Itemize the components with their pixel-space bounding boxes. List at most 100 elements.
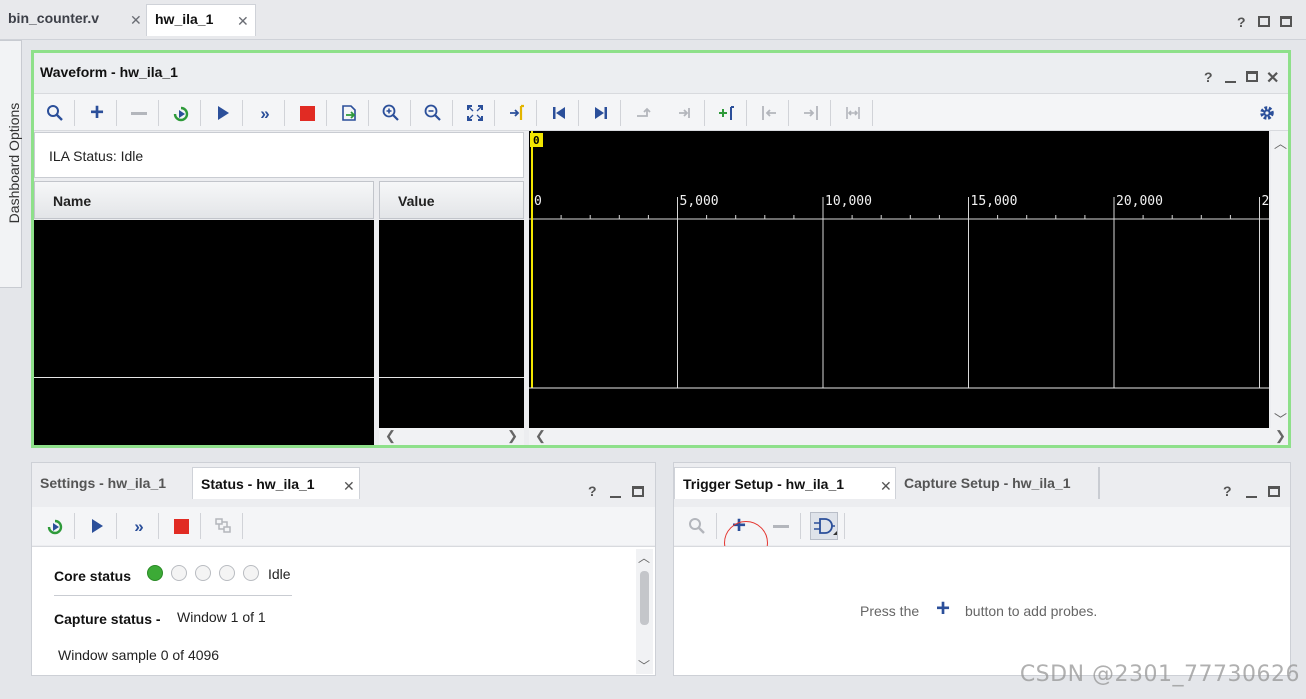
minimize-icon[interactable]	[610, 496, 621, 498]
tab-label: hw_ila_1	[155, 11, 214, 27]
scrollbar-thumb[interactable]	[640, 571, 649, 625]
scroll-right-icon[interactable]: ❯	[507, 428, 518, 444]
time-tick-label: 10,000	[825, 194, 872, 209]
zoom-in-icon[interactable]	[380, 102, 402, 124]
tab-label: Status - hw_ila_1	[201, 476, 315, 492]
remove-icon[interactable]	[128, 102, 150, 124]
ila-status-value: Idle	[120, 148, 144, 164]
scroll-right-icon[interactable]: ❯	[1275, 428, 1286, 444]
waveform-vertical-scrollbar[interactable]: ︿ ﹀	[1271, 131, 1288, 428]
swap-cursors-icon[interactable]	[842, 102, 864, 124]
signal-value-list[interactable]	[379, 220, 524, 428]
run-icon[interactable]	[212, 102, 234, 124]
scroll-left-icon[interactable]: ❮	[385, 428, 396, 444]
maximize-icon[interactable]	[1280, 16, 1292, 27]
previous-marker-icon[interactable]	[758, 102, 780, 124]
empty-hint-prefix: Press the	[860, 603, 920, 619]
time-tick-label: 20,000	[1116, 194, 1163, 209]
minimize-icon[interactable]	[1225, 81, 1236, 83]
ila-status-label: ILA Status:	[49, 148, 117, 164]
tab-bin-counter[interactable]: bin_counter.v ✕	[0, 4, 146, 36]
status-panel: Settings - hw_ila_1 Status - hw_ila_1 ✕ …	[31, 462, 656, 676]
help-icon[interactable]: ?	[1237, 14, 1246, 30]
dashboard-options-tab[interactable]: Dashboard Options	[0, 40, 22, 288]
restore-icon[interactable]	[1258, 16, 1270, 27]
waveform-display[interactable]: 0 5,000 10,000 15,000 20,000 2 0	[529, 131, 1269, 428]
add-icon[interactable]: +	[86, 101, 108, 125]
close-icon[interactable]: ✕	[880, 478, 892, 495]
cursor-label: 0	[533, 134, 540, 147]
go-to-cursor-icon[interactable]	[506, 102, 528, 124]
close-icon[interactable]: ✕	[237, 13, 249, 30]
next-transition-icon[interactable]	[590, 102, 612, 124]
search-icon[interactable]	[686, 515, 708, 537]
remove-icon[interactable]	[770, 515, 792, 537]
close-icon[interactable]: ✕	[343, 478, 355, 495]
add-marker-icon[interactable]	[632, 102, 654, 124]
add-marker-green-icon[interactable]	[716, 102, 738, 124]
zoom-fit-icon[interactable]	[464, 102, 486, 124]
run-immediate-icon[interactable]: »	[254, 102, 276, 124]
export-icon[interactable]	[338, 102, 360, 124]
trigger-toolbar: +	[674, 507, 1290, 565]
maximize-icon[interactable]	[1268, 486, 1280, 497]
watermark: CSDN @2301_77730626	[1019, 662, 1300, 687]
value-horizontal-scrollbar[interactable]: ❮ ❯	[379, 428, 524, 445]
stop-icon[interactable]	[170, 515, 192, 537]
program-device-icon[interactable]	[212, 515, 234, 537]
zoom-out-icon[interactable]	[422, 102, 444, 124]
core-status-label: Core status	[54, 568, 132, 584]
run-icon[interactable]	[86, 515, 108, 537]
waveform-toolbar: + »	[34, 93, 1288, 131]
tab-hw-ila-1[interactable]: hw_ila_1 ✕	[146, 4, 256, 36]
signal-name-list[interactable]	[34, 220, 374, 445]
status-content: Core status Idle Capture status - Window…	[32, 546, 655, 675]
name-column-header[interactable]: Name	[34, 181, 374, 219]
waveform-horizontal-scrollbar[interactable]: ❮ ❯	[529, 428, 1288, 445]
tab-settings[interactable]: Settings - hw_ila_1	[32, 467, 192, 499]
maximize-icon[interactable]	[632, 486, 644, 497]
close-icon[interactable]: ✕	[1266, 68, 1279, 88]
help-icon[interactable]: ?	[1223, 483, 1232, 499]
next-marker-icon[interactable]	[800, 102, 822, 124]
scroll-up-icon[interactable]: ︿	[638, 549, 650, 566]
status-led-icon	[243, 565, 259, 581]
status-led-icon	[147, 565, 163, 581]
tab-label: Settings - hw_ila_1	[40, 475, 167, 491]
trigger-setup-content: Press the + button to add probes.	[674, 546, 1290, 675]
tab-status[interactable]: Status - hw_ila_1 ✕	[192, 467, 360, 499]
window-sample-text: Window sample 0 of 4096	[58, 647, 220, 663]
tab-capture-setup[interactable]: Capture Setup - hw_ila_1	[896, 467, 1100, 499]
status-toolbar: »	[32, 507, 655, 545]
scroll-down-icon[interactable]: ﹀	[1274, 409, 1287, 428]
stop-icon[interactable]	[296, 102, 318, 124]
trigger-condition-icon[interactable]	[810, 512, 838, 540]
tab-label: bin_counter.v	[8, 10, 100, 26]
divider	[54, 595, 292, 596]
editor-tab-bar: bin_counter.v ✕ hw_ila_1 ✕ ?	[0, 0, 1306, 40]
core-status-value: Idle	[268, 566, 291, 582]
capture-status-value: Window 1 of 1	[177, 609, 266, 625]
maximize-icon[interactable]	[1246, 71, 1258, 82]
settings-gear-icon[interactable]	[1256, 102, 1278, 124]
close-icon[interactable]: ✕	[130, 12, 142, 29]
scroll-up-icon[interactable]: ︿	[1274, 133, 1287, 152]
waveform-panel: Waveform - hw_ila_1 ? ✕ + » ILA Status: …	[31, 50, 1291, 448]
time-tick-label: 0	[534, 194, 542, 209]
capture-status-label: Capture status -	[54, 611, 161, 627]
tab-trigger-setup[interactable]: Trigger Setup - hw_ila_1 ✕	[674, 467, 896, 499]
search-icon[interactable]	[44, 102, 66, 124]
help-icon[interactable]: ?	[588, 483, 597, 499]
help-icon[interactable]: ?	[1204, 69, 1213, 85]
minimize-icon[interactable]	[1246, 496, 1257, 498]
previous-transition-icon[interactable]	[548, 102, 570, 124]
scroll-left-icon[interactable]: ❮	[535, 428, 546, 444]
run-trigger-icon[interactable]	[44, 515, 66, 537]
move-marker-icon[interactable]	[674, 102, 696, 124]
run-immediate-icon[interactable]: »	[128, 515, 150, 537]
run-trigger-icon[interactable]	[170, 102, 192, 124]
scroll-down-icon[interactable]: ﹀	[638, 657, 650, 674]
tab-label: Capture Setup - hw_ila_1	[904, 475, 1071, 491]
value-column-header[interactable]: Value	[379, 181, 524, 219]
status-vertical-scrollbar[interactable]: ︿ ﹀	[636, 549, 653, 674]
